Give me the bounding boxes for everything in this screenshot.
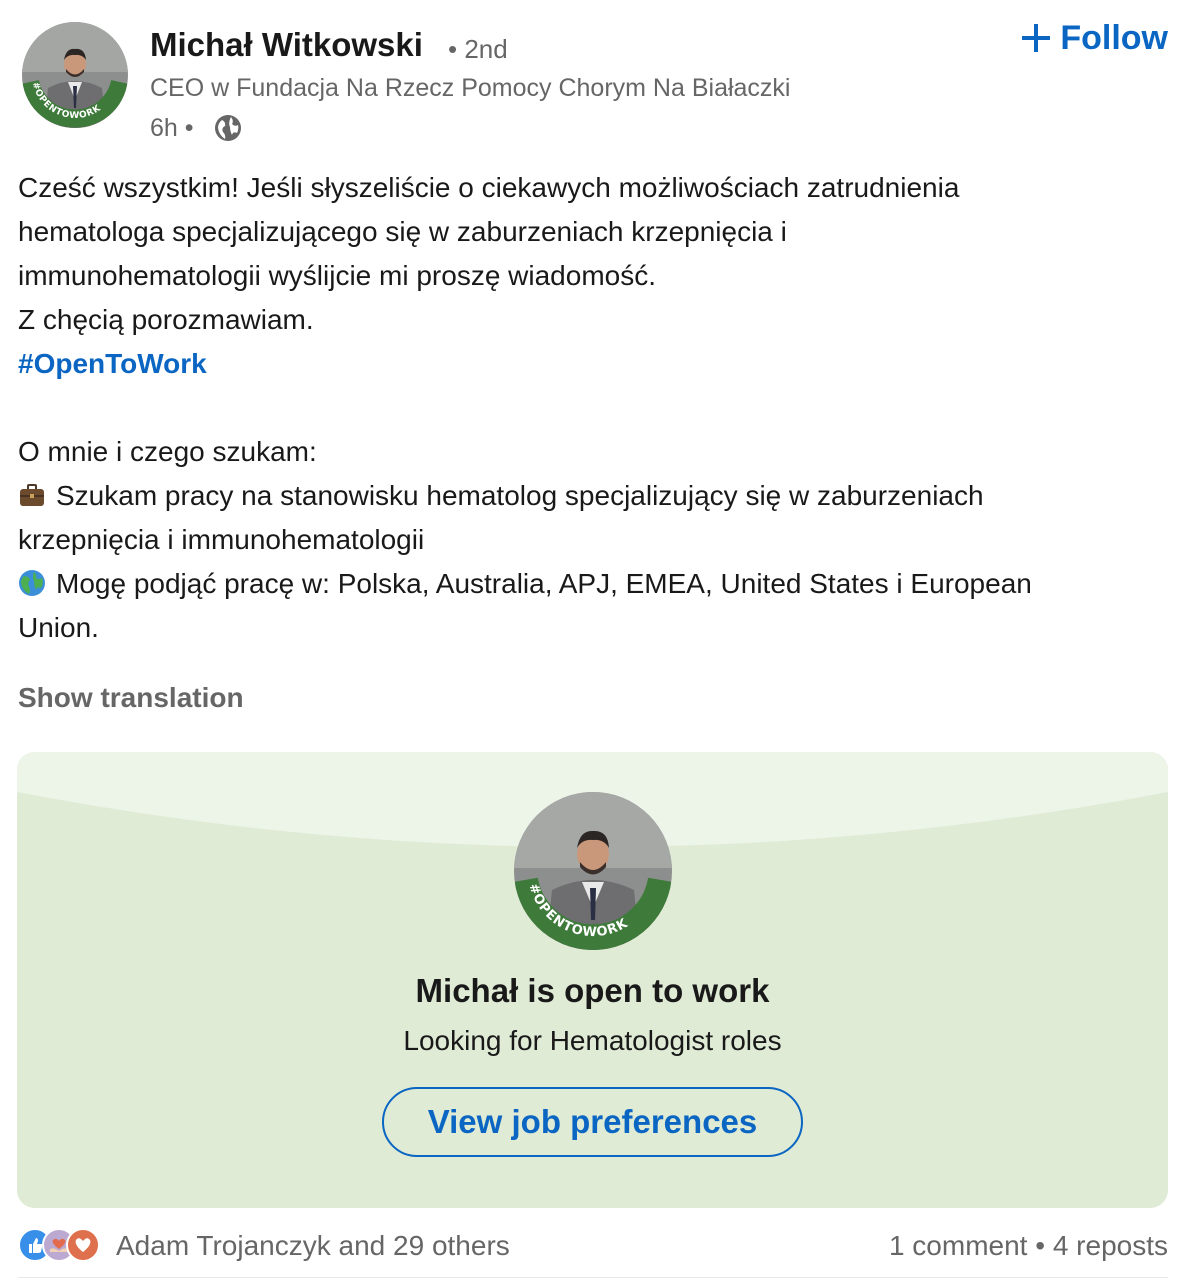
post-line: hematologa specjalizującego się w zaburz… — [18, 216, 787, 247]
comments-count-link[interactable]: 1 comment — [889, 1230, 1028, 1261]
show-translation-link[interactable]: Show translation — [18, 682, 244, 714]
post-line: Mogę podjąć pracę w: Polska, Australia, … — [56, 568, 1032, 599]
feed-post: #OPENTOWORK Michał Witkowski • 2nd CEO w… — [0, 0, 1202, 1280]
view-job-preferences-button[interactable]: View job preferences — [382, 1087, 803, 1157]
briefcase-icon — [20, 484, 44, 506]
connection-degree: • 2nd — [448, 34, 508, 64]
avatar-photo: #OPENTOWORK — [22, 22, 128, 128]
post-line: krzepnięcia i immunohematologii — [18, 524, 425, 555]
open-to-work-subtitle: Looking for Hematologist roles — [403, 1025, 782, 1056]
author-avatar[interactable]: #OPENTOWORK — [22, 22, 128, 128]
divider — [18, 1277, 1168, 1278]
avatar-photo: #OPENTOWORK — [514, 792, 672, 950]
post-line: Union. — [18, 612, 99, 643]
post-line: immunohematologii wyślijcie mi proszę wi… — [18, 260, 656, 291]
separator: • — [1035, 1230, 1046, 1261]
follow-button[interactable]: Follow — [1022, 18, 1168, 58]
globe-emoji-icon — [19, 570, 45, 596]
globe-icon — [215, 115, 241, 141]
follow-label: Follow — [1060, 18, 1168, 57]
open-to-work-title: Michał is open to work — [415, 972, 770, 1009]
reposts-count-link[interactable]: 4 reposts — [1053, 1230, 1168, 1261]
reactors-link[interactable]: Adam Trojanczyk and 29 others — [116, 1230, 510, 1262]
reactions-icons[interactable] — [18, 1228, 100, 1262]
open-to-work-card[interactable]: #OPENTOWORK Michał is open to work Looki… — [17, 752, 1168, 1208]
post-timestamp: 6h • — [150, 114, 194, 142]
author-headline: CEO w Fundacja Na Rzecz Pomocy Chorym Na… — [150, 74, 791, 102]
engagement-counts: 1 comment • 4 reposts — [889, 1230, 1168, 1262]
open-to-work-avatar: #OPENTOWORK — [514, 792, 672, 950]
plus-icon — [1022, 24, 1051, 52]
love-icon — [66, 1228, 100, 1262]
post-line: Z chęcią porozmawiam. — [18, 304, 314, 335]
post-body: Cześć wszystkim! Jeśli słyszeliście o ci… — [18, 166, 1178, 650]
hashtag-link[interactable]: #OpenToWork — [18, 348, 207, 379]
post-line: O mnie i czego szukam: — [18, 436, 317, 467]
author-name[interactable]: Michał Witkowski — [150, 26, 423, 64]
post-line: Szukam pracy na stanowisku hematolog spe… — [56, 480, 984, 511]
post-line: Cześć wszystkim! Jeśli słyszeliście o ci… — [18, 172, 960, 203]
